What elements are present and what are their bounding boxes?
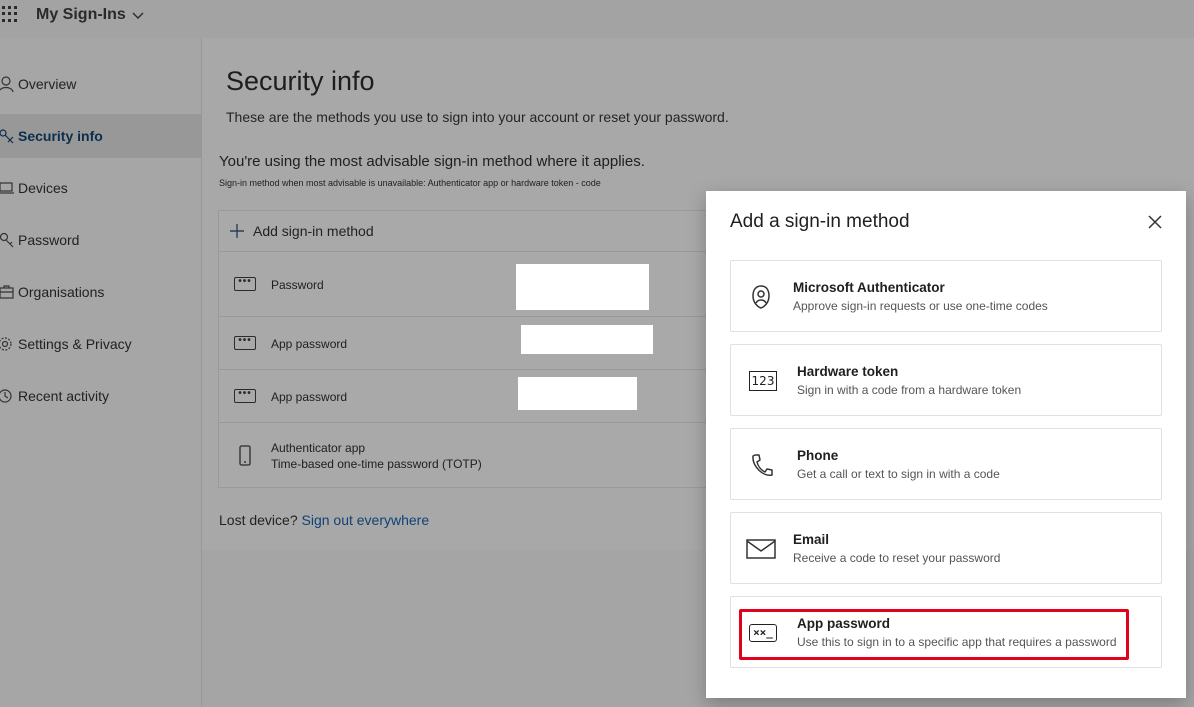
gear-icon: [0, 337, 12, 351]
key-icon: [0, 232, 14, 248]
advisable-message: You're using the most advisable sign-in …: [219, 153, 645, 170]
envelope-icon: [745, 533, 777, 565]
option-phone[interactable]: Phone Get a call or text to sign in with…: [730, 428, 1162, 500]
app-title-dropdown[interactable]: My Sign-Ins: [36, 6, 144, 24]
methods-list: Add sign-in method ••• Password ••• App …: [218, 210, 719, 488]
method-row: Authenticator app Time-based one-time pa…: [219, 423, 719, 488]
method-row: ••• App password: [219, 317, 719, 370]
redacted-value: [521, 325, 653, 354]
redacted-value: [516, 264, 649, 310]
method-row: ••• App password: [219, 370, 719, 423]
app-launcher-icon[interactable]: [2, 6, 18, 22]
chevron-down-icon: [132, 12, 144, 19]
option-email[interactable]: Email Receive a code to reset your passw…: [730, 512, 1162, 584]
sidebar-item-overview[interactable]: Overview: [0, 62, 201, 106]
sidebar: Overview Security info Devices Password …: [0, 38, 202, 707]
hardware-token-icon: 123: [746, 365, 780, 397]
sidebar-item-organisations[interactable]: Organisations: [0, 270, 201, 314]
dots-icon: •••: [234, 277, 256, 291]
sign-out-everywhere-link[interactable]: Sign out everywhere: [302, 512, 430, 528]
authenticator-lock-icon: [745, 281, 777, 313]
sidebar-item-password[interactable]: Password: [0, 218, 201, 262]
sidebar-item-security-info[interactable]: Security info: [0, 114, 201, 158]
redacted-value: [518, 377, 637, 410]
sidebar-item-settings-privacy[interactable]: Settings & Privacy: [0, 322, 201, 366]
person-icon: [0, 76, 14, 92]
option-hardware-token[interactable]: 123 Hardware token Sign in with a code f…: [730, 344, 1162, 416]
advisable-sub-message: Sign-in method when most advisable is un…: [219, 178, 601, 188]
option-microsoft-authenticator[interactable]: Microsoft Authenticator Approve sign-in …: [730, 260, 1162, 332]
lost-device-text: Lost device? Sign out everywhere: [219, 512, 430, 528]
briefcase-icon: [0, 285, 14, 299]
key-pen-icon: [0, 129, 14, 144]
close-icon[interactable]: [1146, 213, 1164, 231]
phone-handset-icon: [745, 449, 777, 481]
app-title: My Sign-Ins: [36, 6, 126, 23]
add-sign-in-method-button[interactable]: Add sign-in method: [219, 211, 719, 252]
highlight-box: [739, 609, 1129, 660]
method-row: ••• Password: [219, 252, 719, 317]
sidebar-item-devices[interactable]: Devices: [0, 166, 201, 210]
plus-icon: [230, 224, 244, 238]
dots-icon: •••: [234, 389, 256, 403]
sidebar-item-recent-activity[interactable]: Recent activity: [0, 374, 201, 418]
clock-icon: [0, 389, 12, 403]
laptop-icon: [0, 182, 14, 194]
page-title: Security info: [226, 66, 375, 96]
dialog-title: Add a sign-in method: [730, 211, 910, 232]
page-subtitle: These are the methods you use to sign in…: [226, 109, 729, 125]
dots-icon: •••: [234, 336, 256, 350]
top-bar: My Sign-Ins: [0, 0, 1194, 38]
phone-icon: [239, 445, 251, 466]
